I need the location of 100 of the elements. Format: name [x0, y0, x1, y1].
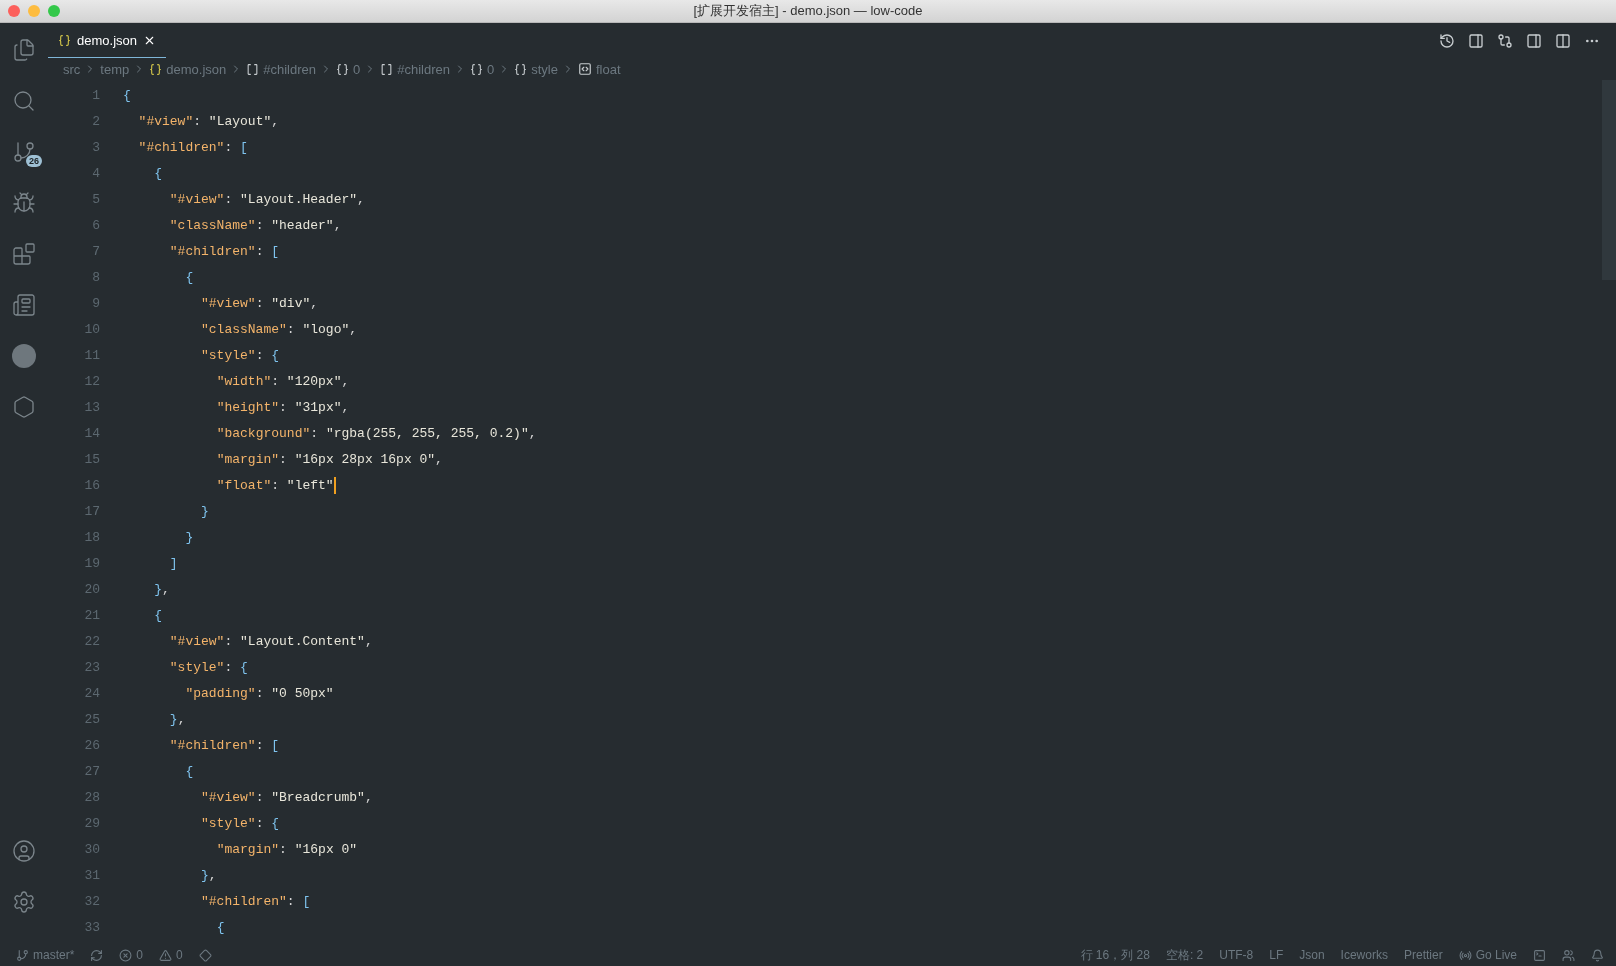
line-number: 26: [83, 737, 100, 753]
code-line: "width": "120px",: [215, 373, 350, 389]
status-item[interactable]: Iceworks: [1340, 948, 1388, 962]
line-number: 6: [91, 217, 100, 233]
line-number: 16: [83, 477, 100, 493]
status-item[interactable]: Json: [1299, 948, 1325, 962]
split-editor-icon[interactable]: [1555, 32, 1571, 49]
line-number: 30: [83, 841, 100, 857]
breadcrumb-item[interactable]: #children: [397, 61, 450, 77]
compare-icon[interactable]: [1497, 32, 1513, 49]
newspaper-icon[interactable]: [12, 293, 36, 317]
line-number: 11: [83, 347, 100, 363]
editor-tab[interactable]: demo.json: [48, 23, 166, 58]
code-line: },: [200, 867, 217, 883]
braces-icon: [58, 33, 71, 47]
brackets-icon: [380, 62, 394, 76]
search-icon[interactable]: [12, 89, 36, 113]
status-item[interactable]: LF: [1269, 948, 1284, 962]
breadcrumb-item[interactable]: float: [595, 61, 621, 77]
branch-icon[interactable]: [16, 948, 29, 962]
code-line: "margin": "16px 28px 16px 0",: [215, 451, 443, 467]
code-line: {: [215, 919, 225, 935]
code-line: "style": {: [200, 815, 280, 831]
code-line: },: [153, 581, 170, 597]
hexagon-icon[interactable]: [12, 395, 36, 419]
line-number: 17: [83, 503, 100, 519]
code-line: "#children": [: [200, 893, 311, 909]
status-item[interactable]: Prettier: [1403, 948, 1443, 962]
tab-label: demo.json: [77, 32, 137, 48]
status-item[interactable]: 行 16，列 28: [1080, 946, 1150, 964]
breadcrumb-item[interactable]: src: [63, 61, 81, 77]
line-number: 3: [91, 139, 100, 155]
line-number: 29: [83, 815, 100, 831]
code-line: "#children": [: [168, 737, 280, 753]
line-number: 23: [83, 659, 100, 675]
code-line: }: [200, 503, 209, 519]
status-item[interactable]: 0: [136, 948, 144, 962]
line-number: 12: [83, 373, 100, 389]
line-number: 9: [91, 295, 100, 311]
panel-icon[interactable]: [1468, 32, 1484, 49]
line-number: 28: [83, 789, 100, 805]
account-icon[interactable]: [12, 839, 36, 863]
code-line: "#children": [: [168, 243, 280, 259]
line-number: 4: [91, 165, 100, 181]
code-line: "#view": "Layout",: [137, 113, 280, 129]
sync-icon[interactable]: [90, 948, 104, 962]
line-number: 24: [83, 685, 100, 701]
breadcrumb-item[interactable]: demo.json: [166, 61, 227, 77]
warnings-icon[interactable]: [159, 948, 173, 962]
line-number: 21: [83, 607, 100, 623]
code-line: "#view": "Layout.Header",: [168, 191, 365, 207]
person-icon[interactable]: [1562, 948, 1575, 962]
line-number: 10: [83, 321, 100, 337]
history-icon[interactable]: [1439, 32, 1455, 49]
line-number: 1: [91, 87, 100, 103]
breadcrumb-item[interactable]: temp: [100, 61, 130, 77]
code-line: {: [184, 763, 194, 779]
errors-icon[interactable]: [119, 948, 133, 962]
line-number: 18: [83, 529, 100, 545]
bug-icon[interactable]: [12, 191, 36, 215]
line-number: 20: [83, 581, 100, 597]
status-item[interactable]: Go Live: [1475, 948, 1517, 962]
line-number: 14: [83, 425, 100, 441]
breadcrumb-item[interactable]: #children: [263, 61, 316, 77]
breadcrumb-item[interactable]: style: [531, 61, 558, 77]
close-button[interactable]: [8, 5, 20, 17]
files-icon[interactable]: [12, 38, 36, 62]
code-line: ]: [168, 555, 178, 571]
status-item[interactable]: UTF-8: [1219, 948, 1254, 962]
code-line: },: [168, 711, 186, 727]
code-line: "className": "logo",: [200, 321, 358, 337]
bell-icon[interactable]: [1591, 948, 1604, 962]
panel-icon[interactable]: [1526, 32, 1542, 49]
line-number: 15: [83, 451, 100, 467]
code-line: "height": "31px",: [215, 399, 350, 415]
line-number: 19: [83, 555, 100, 571]
line-number: 27: [83, 763, 100, 779]
code-line: "#view": "div",: [200, 295, 319, 311]
code-line: "padding": "0 50px": [184, 685, 334, 701]
code-line: "#children": [: [137, 139, 248, 155]
code-line: {: [184, 269, 194, 285]
code-line: }: [184, 529, 194, 545]
line-number: 7: [91, 243, 100, 259]
line-number: 32: [83, 893, 100, 909]
window-title: [扩展开发宿主] - demo.json — low-code: [693, 2, 923, 20]
braces-icon: [149, 62, 163, 76]
status-item[interactable]: master*: [33, 948, 75, 962]
code-line: "className": "header",: [168, 217, 342, 233]
blocks-icon[interactable]: [12, 242, 36, 266]
settings-icon[interactable]: [12, 890, 36, 914]
breadcrumb-item[interactable]: 0: [353, 61, 361, 77]
status-item[interactable]: 0: [176, 948, 183, 962]
breadcrumb-item[interactable]: 0: [487, 61, 495, 77]
text-cursor: [333, 476, 336, 494]
line-number: 25: [83, 711, 100, 727]
string-icon: [577, 62, 592, 76]
status-item[interactable]: 空格: 2: [1165, 946, 1204, 964]
braces-icon: [514, 62, 528, 76]
code-line: "style": {: [200, 347, 280, 363]
line-number: 22: [83, 633, 100, 649]
